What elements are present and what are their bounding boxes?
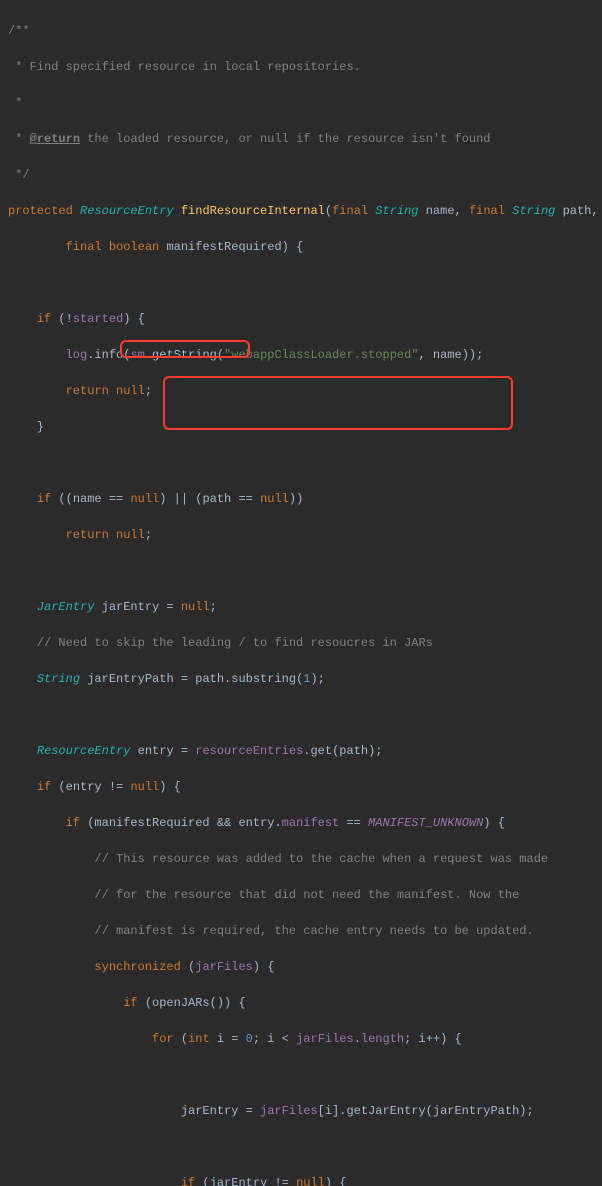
field: jarFiles [195,960,253,974]
field: started [73,312,123,326]
kw-protected: protected [8,204,73,218]
code-editor: /** * Find specified resource in local r… [0,4,602,1186]
field: sm [130,348,144,362]
kw-if: if [66,816,80,830]
code-line: if (entry != null) { [0,778,602,796]
kw-null: null [296,1176,325,1186]
type-int: int [188,1032,210,1046]
code-line: // manifest is required, the cache entry… [0,922,602,940]
kw-synchronized: synchronized [94,960,180,974]
constant: MANIFEST_UNKNOWN [368,816,483,830]
kw-if: if [181,1176,195,1186]
kw-if: if [37,780,51,794]
paren: ( [325,204,332,218]
code-line: final boolean manifestRequired) { [0,238,602,256]
comment: // manifest is required, the cache entry… [94,924,533,938]
doc-comment: * [8,96,22,110]
doc-comment: * Find specified resource in local repos… [8,60,361,74]
param: path [555,204,591,218]
field: length [361,1032,404,1046]
string: "webappClassLoader.stopped" [224,348,418,362]
code-line: if (jarEntry != null) { [0,1174,602,1186]
method-name: findResourceInternal [181,204,325,218]
indent [8,240,66,254]
code-line: for (int i = 0; i < jarFiles.length; i++… [0,1030,602,1048]
type-bool: boolean [109,240,159,254]
kw-if: if [37,492,51,506]
blank-line [0,706,602,724]
type: String [512,204,555,218]
kw-final: final [469,204,505,218]
code-line: * [0,94,602,112]
kw-null: null [130,492,159,506]
field: log [66,348,88,362]
code-line: * @return the loaded resource, or null i… [0,130,602,148]
comment: // Need to skip the leading / to find re… [37,636,433,650]
code-line: // for the resource that did not need th… [0,886,602,904]
type: String [375,204,418,218]
blank-line [0,454,602,472]
field: jarFiles [296,1032,354,1046]
doc-tag: @return [30,132,80,146]
code-line: return null; [0,526,602,544]
code-line: // Need to skip the leading / to find re… [0,634,602,652]
code-line: synchronized (jarFiles) { [0,958,602,976]
comma: , [591,204,598,218]
blank-line [0,1138,602,1156]
kw-for: for [152,1032,174,1046]
kw-return: return null [66,528,145,542]
kw-final: final [332,204,368,218]
code-line: if (openJARs()) { [0,994,602,1012]
number: 0 [246,1032,253,1046]
code-line: /** [0,22,602,40]
blank-line [0,274,602,292]
code-line: if ((name == null) || (path == null)) [0,490,602,508]
doc-comment: * [8,132,30,146]
kw-if: if [123,996,137,1010]
type: ResourceEntry [37,744,131,758]
type: String [37,672,80,686]
code-line: protected ResourceEntry findResourceInte… [0,202,602,220]
type: ResourceEntry [80,204,174,218]
param: name [419,204,455,218]
kw-if: if [37,312,51,326]
code-line: if (manifestRequired && entry.manifest =… [0,814,602,832]
code-line: log.info(sm.getString("webappClassLoader… [0,346,602,364]
kw-null: null [130,780,159,794]
kw-return: return null [66,384,145,398]
kw-final: final [66,240,102,254]
comment: // for the resource that did not need th… [94,888,519,902]
code-line: */ [0,166,602,184]
blank-line [0,1066,602,1084]
code-line: } [0,418,602,436]
code-line: if (!started) { [0,310,602,328]
code-line: ResourceEntry entry = resourceEntries.ge… [0,742,602,760]
code-line: String jarEntryPath = path.substring(1); [0,670,602,688]
code-line: JarEntry jarEntry = null; [0,598,602,616]
comma: , [455,204,469,218]
field: jarFiles [260,1104,318,1118]
code-line: return null; [0,382,602,400]
code-line: jarEntry = jarFiles[i].getJarEntry(jarEn… [0,1102,602,1120]
type: JarEntry [37,600,95,614]
field: resourceEntries [195,744,303,758]
param: manifestRequired) { [159,240,303,254]
doc-comment: */ [8,168,30,182]
blank-line [0,562,602,580]
doc-comment: /** [8,24,30,38]
number: 1 [303,672,310,686]
kw-null: null [260,492,289,506]
kw-null: null [181,600,210,614]
doc-comment: the loaded resource, or null if the reso… [80,132,490,146]
field: manifest [282,816,340,830]
code-line: * Find specified resource in local repos… [0,58,602,76]
code-line: // This resource was added to the cache … [0,850,602,868]
comment: // This resource was added to the cache … [94,852,548,866]
